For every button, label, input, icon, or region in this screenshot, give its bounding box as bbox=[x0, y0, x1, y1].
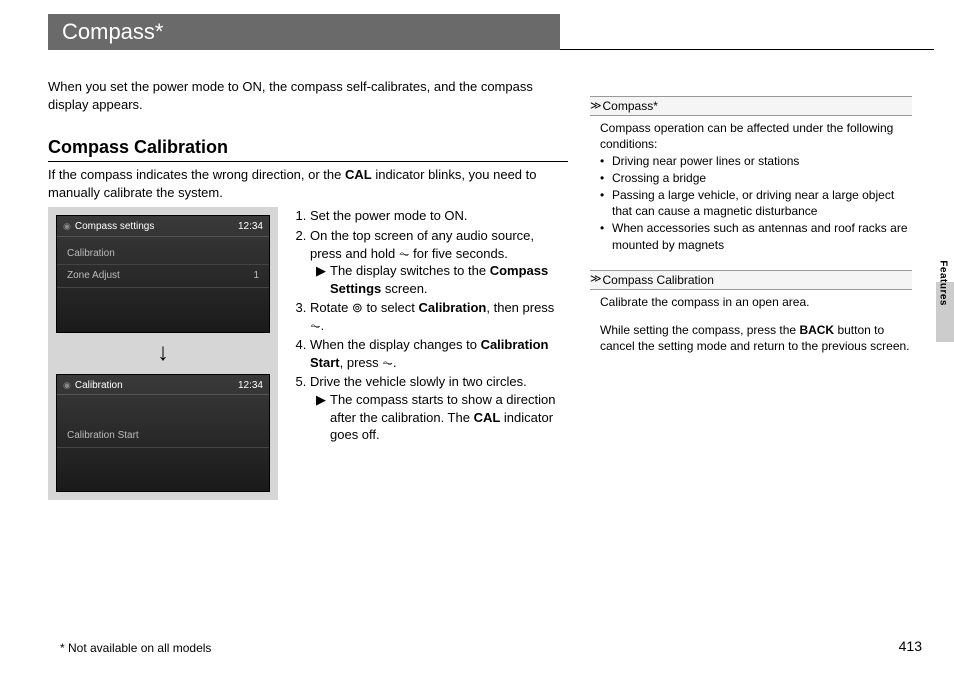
sidenote-2-heading: ≫ Compass Calibration bbox=[590, 270, 912, 290]
s4-pre: When the display changes to bbox=[310, 337, 481, 352]
sidenote-1-body: Compass operation can be affected under … bbox=[590, 116, 912, 270]
step-3: Rotate ⊚ to select Calibration, then pre… bbox=[310, 299, 568, 334]
sidenote-1-heading: ≫ Compass* bbox=[590, 96, 912, 116]
step-1: Set the power mode to ON. bbox=[310, 207, 568, 225]
screen1-row2-label: Zone Adjust bbox=[67, 269, 120, 283]
s5-text: Drive the vehicle slowly in two circles. bbox=[310, 374, 527, 389]
side1-item: Driving near power lines or stations bbox=[600, 153, 912, 169]
s2p2-bold: BACK bbox=[799, 323, 834, 337]
sidenote-1-lead: Compass operation can be affected under … bbox=[600, 120, 912, 152]
step-4: When the display changes to Calibration … bbox=[310, 336, 568, 371]
footnote: * Not available on all models bbox=[60, 640, 211, 656]
screen2-title: Calibration bbox=[63, 379, 123, 393]
sidenote-2-p2: While setting the compass, press the BAC… bbox=[600, 322, 912, 354]
section-intro-pre: If the compass indicates the wrong direc… bbox=[48, 167, 345, 182]
s2-sub-pre: The display switches to the bbox=[330, 263, 490, 278]
screen1-clock: 12:34 bbox=[238, 220, 263, 234]
side1-item: When accessories such as antennas and ro… bbox=[600, 220, 912, 252]
s3-mid: to select bbox=[363, 300, 419, 315]
s2p2-pre: While setting the compass, press the bbox=[600, 323, 799, 337]
step-1-text: Set the power mode to ON. bbox=[310, 208, 468, 223]
press-icon: ⏦ bbox=[310, 318, 321, 333]
s4-post: , press bbox=[340, 355, 383, 370]
sidenote-1-title: Compass* bbox=[603, 98, 658, 114]
screen1-title: Compass settings bbox=[63, 220, 154, 234]
page-title: Compass* bbox=[48, 14, 560, 50]
section-tab-label: Features bbox=[937, 260, 951, 306]
screen1-row2-value: 1 bbox=[253, 269, 259, 283]
step-5: Drive the vehicle slowly in two circles.… bbox=[310, 373, 568, 443]
press-icon: ⏦ bbox=[399, 246, 410, 261]
step-2-tail: for five seconds. bbox=[410, 246, 508, 261]
steps-list: Set the power mode to ON. On the top scr… bbox=[292, 207, 568, 499]
screen-compass-settings: Compass settings 12:34 Calibration Zone … bbox=[56, 215, 270, 333]
s3-bold: Calibration bbox=[418, 300, 486, 315]
screen1-row1: Calibration bbox=[67, 247, 115, 261]
screenshots-panel: Compass settings 12:34 Calibration Zone … bbox=[48, 207, 278, 499]
chevron-icon: ≫ bbox=[590, 272, 599, 287]
arrow-down-icon: ↓ bbox=[56, 333, 270, 373]
section-heading: Compass Calibration bbox=[48, 135, 568, 162]
screen2-clock: 12:34 bbox=[238, 379, 263, 393]
s3-pre: Rotate bbox=[310, 300, 352, 315]
side1-item: Crossing a bridge bbox=[600, 170, 912, 186]
triangle-icon: ▶ bbox=[316, 391, 326, 444]
s3-tail: . bbox=[321, 318, 325, 333]
s3-post: , then press bbox=[486, 300, 554, 315]
step-5-sub: The compass starts to show a direction a… bbox=[330, 391, 568, 444]
side1-item: Passing a large vehicle, or driving near… bbox=[600, 187, 912, 219]
sidenote-2-p1: Calibrate the compass in an open area. bbox=[600, 294, 912, 310]
sidenote-2-body: Calibrate the compass in an open area. W… bbox=[590, 290, 912, 371]
intro-text: When you set the power mode to ON, the c… bbox=[48, 78, 568, 113]
section-intro-bold: CAL bbox=[345, 167, 372, 182]
screen-calibration: Calibration 12:34 Calibration Start bbox=[56, 374, 270, 492]
press-icon: ⏦ bbox=[382, 355, 393, 370]
page-number: 413 bbox=[899, 637, 922, 656]
s2-sub-post: screen. bbox=[381, 281, 427, 296]
s5-sub-bold: CAL bbox=[474, 410, 501, 425]
section-intro: If the compass indicates the wrong direc… bbox=[48, 166, 568, 201]
chevron-icon: ≫ bbox=[590, 99, 599, 114]
screen2-row: Calibration Start bbox=[67, 429, 139, 443]
title-rule bbox=[560, 49, 934, 50]
step-2-sub: The display switches to the Compass Sett… bbox=[330, 262, 568, 297]
triangle-icon: ▶ bbox=[316, 262, 326, 297]
sidenote-2-title: Compass Calibration bbox=[603, 272, 714, 288]
s4-tail: . bbox=[393, 355, 397, 370]
step-2: On the top screen of any audio source, p… bbox=[310, 227, 568, 297]
rotate-icon: ⊚ bbox=[352, 300, 363, 315]
